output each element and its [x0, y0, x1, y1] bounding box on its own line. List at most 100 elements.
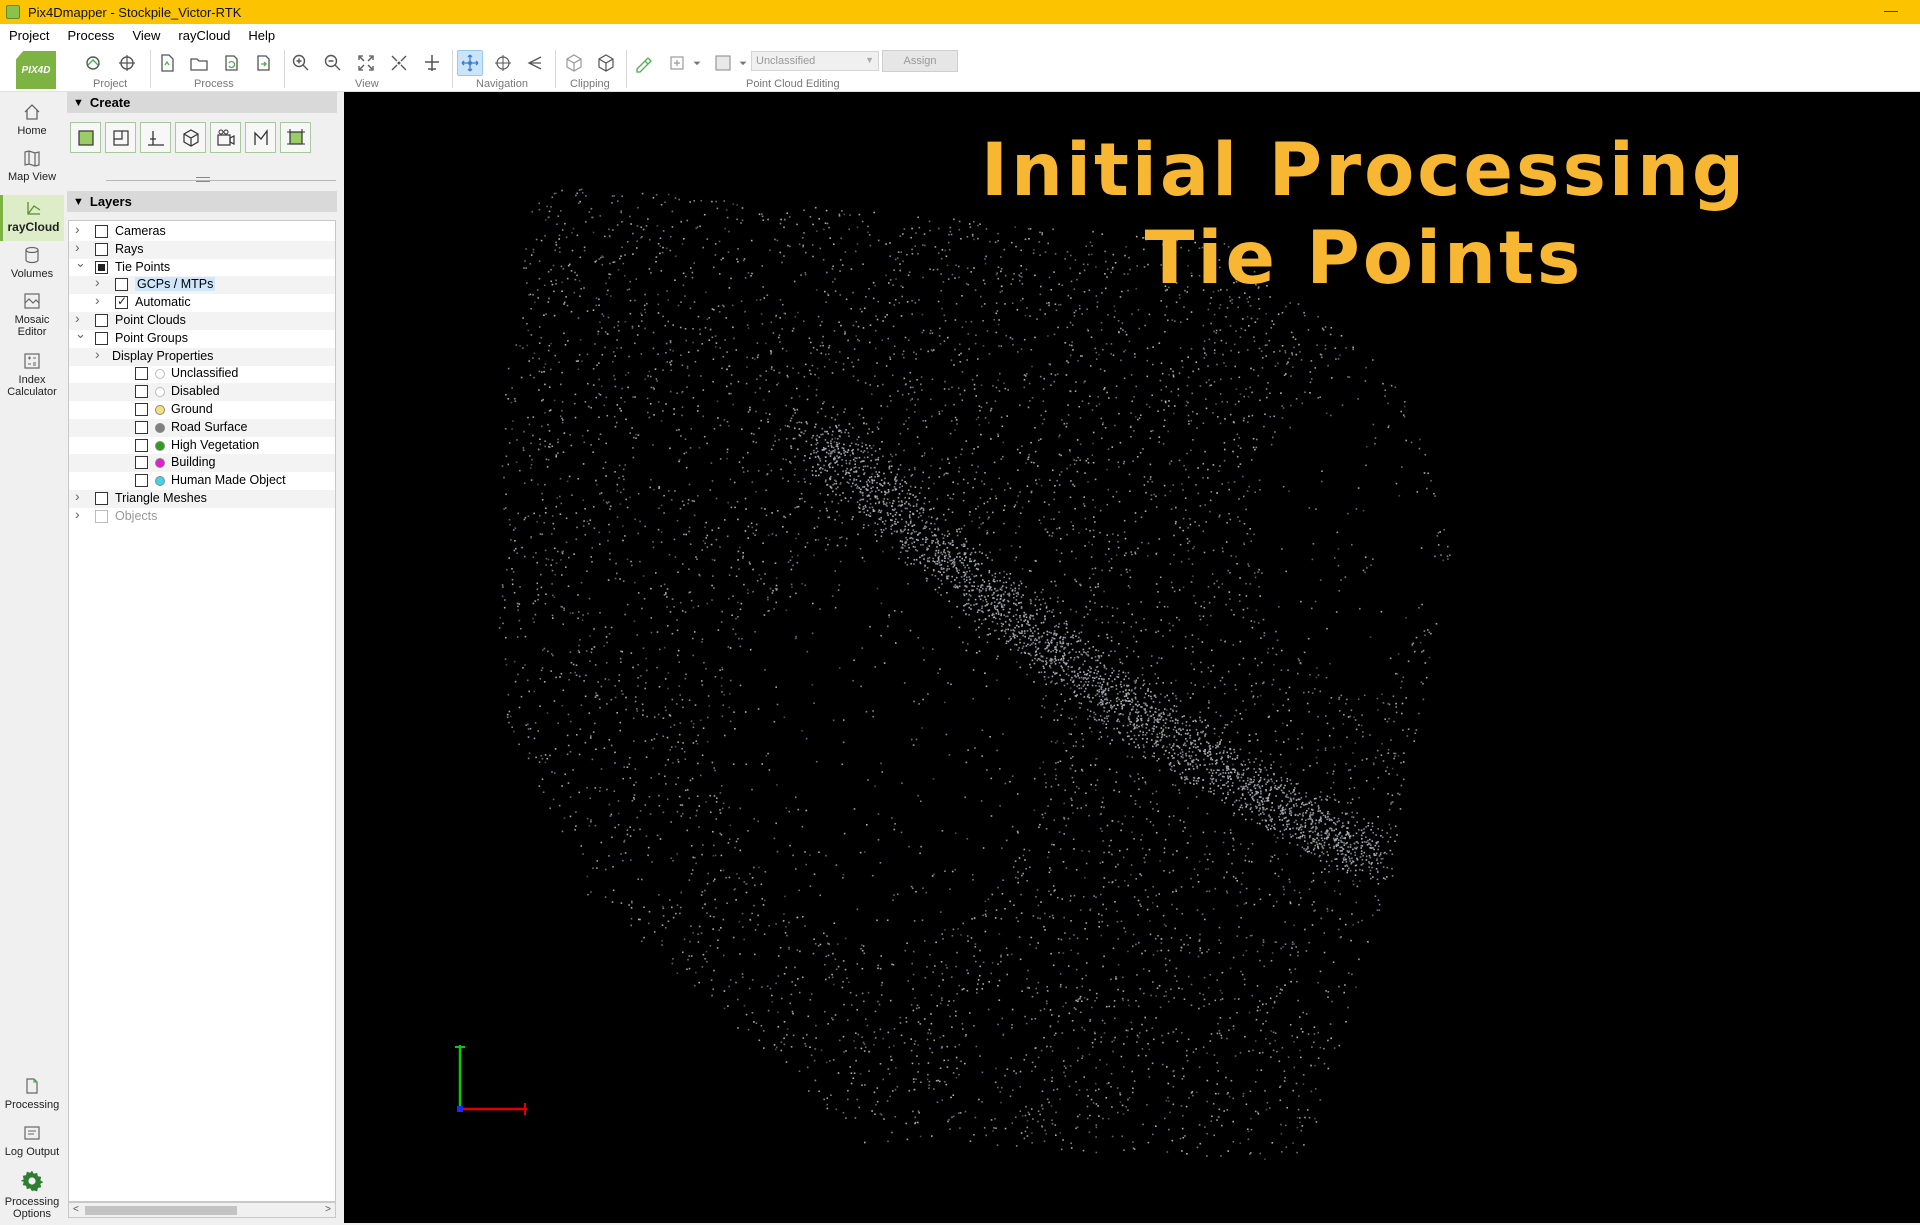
clipping-box-icon[interactable]: [561, 50, 587, 76]
flight-view-icon[interactable]: [419, 50, 445, 76]
classification-select[interactable]: Unclassified ▼: [751, 51, 879, 71]
chevron-down-icon[interactable]: [736, 50, 750, 76]
layer-tree-row[interactable]: Disabled: [69, 383, 335, 402]
panel-splitter[interactable]: [106, 180, 336, 181]
create-area-tool-icon[interactable]: [105, 122, 136, 153]
layer-checkbox[interactable]: [115, 278, 128, 292]
menu-project[interactable]: Project: [0, 28, 58, 43]
create-section-header[interactable]: ▼ Create: [67, 92, 337, 113]
zoom-out-icon[interactable]: [320, 50, 346, 76]
layer-tree-row[interactable]: Road Surface: [69, 418, 335, 437]
layer-checkbox[interactable]: [135, 456, 148, 470]
raycloud-viewport[interactable]: Initial Processing Tie Points: [344, 92, 1920, 1223]
process-new-icon[interactable]: [154, 50, 180, 76]
layer-checkbox[interactable]: [95, 260, 108, 274]
layer-checkbox[interactable]: [135, 438, 148, 452]
fit-view-icon[interactable]: [353, 50, 379, 76]
clipping-edit-icon[interactable]: [593, 50, 619, 76]
create-polyline-tool-icon[interactable]: [140, 122, 171, 153]
minimize-button[interactable]: —: [1884, 2, 1898, 18]
chevron-right-icon[interactable]: ›: [75, 488, 85, 504]
edit-add-icon[interactable]: [664, 50, 690, 76]
layer-label: Objects: [115, 508, 158, 523]
create-video-tool-icon[interactable]: [210, 122, 241, 153]
layer-checkbox[interactable]: [135, 367, 148, 381]
nav-processing[interactable]: Processing: [0, 1076, 64, 1122]
layer-tree-row[interactable]: › Automatic: [69, 292, 335, 312]
layer-tree-row[interactable]: ⌄ Tie Points: [69, 255, 335, 277]
focus-view-icon[interactable]: [386, 50, 412, 76]
layer-checkbox[interactable]: [95, 225, 108, 238]
layer-checkbox[interactable]: [135, 403, 148, 416]
layer-checkbox[interactable]: [95, 242, 108, 256]
nav-mosaic-editor[interactable]: Mosaic Editor: [0, 291, 64, 349]
nav-log-output[interactable]: Log Output: [0, 1123, 64, 1169]
nav-map-view[interactable]: Map View: [0, 148, 64, 194]
chevron-down-icon[interactable]: ⌄: [75, 326, 86, 342]
menu-help[interactable]: Help: [239, 28, 284, 43]
layer-checkbox[interactable]: [135, 420, 148, 434]
navigation-standard-icon[interactable]: [457, 50, 483, 76]
layer-tree-row[interactable]: Unclassified: [69, 365, 335, 383]
create-orientation-tool-icon[interactable]: [280, 122, 311, 153]
layer-checkbox[interactable]: [135, 385, 148, 399]
chevron-right-icon[interactable]: ›: [95, 346, 105, 362]
edit-brush-icon[interactable]: [630, 50, 656, 76]
layer-label: Rays: [115, 241, 144, 256]
chevron-right-icon[interactable]: ›: [75, 310, 85, 326]
splitter-grip-icon[interactable]: [196, 177, 210, 182]
nav-index-calculator[interactable]: Index Calculator: [0, 351, 64, 409]
scroll-right-icon[interactable]: >: [325, 1204, 331, 1215]
process-sync-icon[interactable]: [250, 50, 276, 76]
project-gcp-icon[interactable]: [114, 50, 140, 76]
chevron-down-icon[interactable]: [690, 50, 704, 76]
menu-process[interactable]: Process: [58, 28, 123, 43]
nav-volumes[interactable]: Volumes: [0, 245, 64, 291]
menu-raycloud[interactable]: rayCloud: [169, 28, 239, 43]
create-rectangle-tool-icon[interactable]: [70, 122, 101, 153]
menu-view[interactable]: View: [123, 28, 169, 43]
nav-raycloud[interactable]: rayCloud: [0, 195, 64, 241]
layer-checkbox[interactable]: [95, 331, 108, 345]
nav-processing-options[interactable]: Processing Options: [0, 1169, 64, 1225]
layer-tree-row[interactable]: Human Made Object: [69, 472, 335, 490]
navigation-first-person-icon[interactable]: [522, 50, 548, 76]
layer-tree-row[interactable]: › Cameras: [69, 221, 335, 241]
layer-tree-row[interactable]: ⌄ Point Groups: [69, 326, 335, 348]
layer-checkbox[interactable]: [95, 492, 108, 505]
layer-tree-row[interactable]: Ground: [69, 401, 335, 419]
layer-tree-row[interactable]: › GCPs / MTPs: [69, 274, 335, 295]
chevron-right-icon[interactable]: ›: [75, 506, 85, 522]
edit-select-icon[interactable]: [710, 50, 736, 76]
layer-tree-row[interactable]: Building: [69, 454, 335, 473]
layer-checkbox[interactable]: [95, 314, 108, 327]
nav-home[interactable]: Home: [0, 102, 64, 148]
process-rerun-icon[interactable]: [218, 50, 244, 76]
chevron-right-icon[interactable]: ›: [75, 221, 85, 237]
layer-tree-row[interactable]: › Point Clouds: [69, 310, 335, 330]
create-scale-constraint-tool-icon[interactable]: [245, 122, 276, 153]
layer-tree-row[interactable]: High Vegetation: [69, 437, 335, 455]
zoom-in-icon[interactable]: [288, 50, 314, 76]
scrollbar-thumb[interactable]: [85, 1206, 237, 1215]
layer-tree-row[interactable]: › Objects: [69, 506, 335, 526]
horizontal-scrollbar[interactable]: < >: [68, 1202, 336, 1218]
app-icon: [6, 5, 20, 19]
layer-checkbox[interactable]: [95, 509, 108, 523]
process-open-icon[interactable]: [186, 50, 212, 76]
layer-tree-row[interactable]: › Rays: [69, 239, 335, 259]
project-new-icon[interactable]: [80, 50, 106, 76]
navigation-trackball-icon[interactable]: [490, 50, 516, 76]
layer-checkbox[interactable]: [115, 294, 128, 310]
assign-button[interactable]: Assign: [882, 50, 958, 72]
layer-tree-row[interactable]: › Triangle Meshes: [69, 488, 335, 508]
chevron-right-icon[interactable]: ›: [95, 274, 105, 290]
create-volume-tool-icon[interactable]: [175, 122, 206, 153]
chevron-down-icon[interactable]: ⌄: [75, 255, 86, 271]
layers-section-header[interactable]: ▼ Layers: [67, 191, 337, 212]
scroll-left-icon[interactable]: <: [73, 1204, 79, 1215]
layer-checkbox[interactable]: [135, 474, 148, 488]
layer-tree-row[interactable]: › Display Properties: [69, 346, 335, 366]
chevron-right-icon[interactable]: ›: [95, 292, 105, 308]
chevron-right-icon[interactable]: ›: [75, 239, 85, 255]
